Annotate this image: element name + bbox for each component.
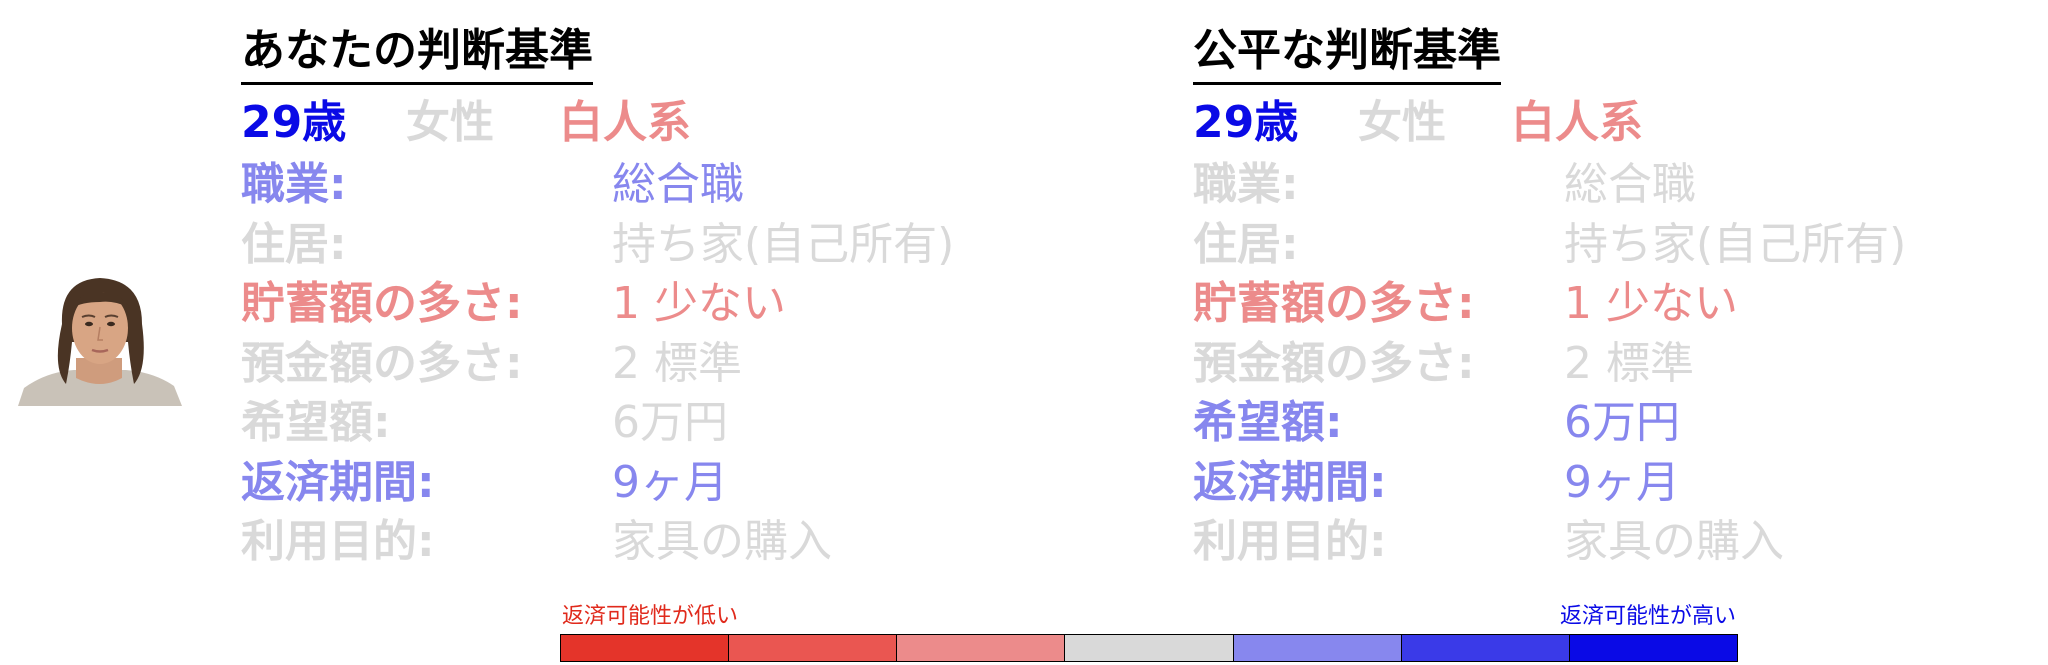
color-scale-segment: [561, 635, 730, 661]
portrait-photo: [18, 278, 182, 406]
attribute-label: 職業:: [241, 159, 347, 210]
attribute-label: 希望額:: [241, 397, 391, 448]
attribute-list: 職業: 総合職 住居: 持ち家(自己所有) 貯蓄額の多さ: 1 少ない 預金額の…: [1193, 155, 2013, 572]
attribute-row-purpose: 利用目的: 家具の購入: [241, 512, 1061, 572]
person-photo: [18, 272, 182, 406]
attribute-row-residence: 住居: 持ち家(自己所有): [241, 215, 1061, 275]
attribute-label: 利用目的:: [241, 516, 435, 567]
color-scale-segment: [1569, 635, 1737, 661]
legend-high-label: 返済可能性が高い: [1559, 604, 1736, 629]
attribute-row-repayment-period: 返済期間: 9ヶ月: [241, 453, 1061, 513]
race-text: 白人系: [1511, 97, 1643, 148]
attribute-label: 預金額の多さ:: [1193, 337, 1475, 389]
attribute-row-savings: 貯蓄額の多さ: 1 少ない: [1193, 274, 2013, 334]
attribute-value: 2 標準: [1564, 337, 1694, 389]
attribute-label: 返済期間:: [241, 456, 435, 508]
legend-low-label: 返済可能性が低い: [562, 604, 739, 629]
attribute-list: 職業: 総合職 住居: 持ち家(自己所有) 貯蓄額の多さ: 1 少ない 預金額の…: [241, 155, 1061, 572]
attribute-label: 住居:: [241, 218, 347, 270]
attribute-label: 貯蓄額の多さ:: [241, 278, 523, 329]
attribute-row-savings: 貯蓄額の多さ: 1 少ない: [241, 274, 1061, 334]
attribute-row-occupation: 職業: 総合職: [241, 155, 1061, 215]
color-scale-bar: [560, 634, 1738, 662]
legend-labels: 返済可能性が低い 返済可能性が高い: [560, 600, 1738, 634]
attribute-label: 利用目的:: [1193, 516, 1387, 567]
panel-title: あなたの判断基準: [241, 22, 593, 85]
color-scale-segment: [1401, 635, 1570, 661]
fair-criteria-panel: 公平な判断基準 29歳 女性 白人系 職業: 総合職 住居: 持ち家(自己所有)…: [1193, 22, 2013, 572]
attribute-value: 6万円: [612, 397, 728, 448]
attribute-value: 1 少ない: [612, 278, 786, 329]
attribute-value: 総合職: [612, 159, 744, 210]
attribute-value: 9ヶ月: [612, 456, 728, 508]
color-scale-segment: [729, 635, 898, 661]
attribute-row-deposits: 預金額の多さ: 2 標準: [1193, 334, 2013, 394]
attribute-label: 住居:: [1193, 218, 1299, 270]
attribute-value: 1 少ない: [1564, 278, 1738, 329]
attribute-value: 持ち家(自己所有): [1564, 218, 1907, 270]
attribute-row-residence: 住居: 持ち家(自己所有): [1193, 215, 2013, 275]
color-scale-segment: [897, 635, 1066, 661]
attribute-value: 持ち家(自己所有): [612, 218, 955, 270]
attribute-value: 2 標準: [612, 337, 742, 389]
color-scale-segment: [1233, 635, 1402, 661]
attribute-row-occupation: 職業: 総合職: [1193, 155, 2013, 215]
gender-text: 女性: [406, 97, 494, 148]
attribute-label: 職業:: [1193, 159, 1299, 210]
attribute-label: 貯蓄額の多さ:: [1193, 278, 1475, 329]
panel-title: 公平な判断基準: [1193, 22, 1501, 85]
attribute-label: 返済期間:: [1193, 456, 1387, 508]
attribute-label: 預金額の多さ:: [241, 337, 523, 389]
gender-text: 女性: [1358, 97, 1446, 148]
attribute-value: 家具の購入: [612, 516, 832, 567]
demographics-row: 29歳 女性 白人系: [241, 91, 1061, 155]
attribute-label: 希望額:: [1193, 397, 1343, 448]
age-text: 29歳: [1193, 97, 1299, 148]
color-legend: 返済可能性が低い 返済可能性が高い: [560, 600, 1738, 662]
attribute-value: 総合職: [1564, 159, 1696, 210]
your-criteria-panel: あなたの判断基準 29歳 女性 白人系 職業: 総合職 住居: 持ち家(自己所有…: [241, 22, 1061, 572]
attribute-value: 家具の購入: [1564, 516, 1784, 567]
attribute-row-requested-amount: 希望額: 6万円: [1193, 393, 2013, 453]
age-text: 29歳: [241, 97, 347, 148]
attribute-row-purpose: 利用目的: 家具の購入: [1193, 512, 2013, 572]
color-scale-segment: [1065, 635, 1234, 661]
attribute-row-requested-amount: 希望額: 6万円: [241, 393, 1061, 453]
attribute-row-repayment-period: 返済期間: 9ヶ月: [1193, 453, 2013, 513]
demographics-row: 29歳 女性 白人系: [1193, 91, 2013, 155]
attribute-value: 9ヶ月: [1564, 456, 1680, 508]
attribute-value: 6万円: [1564, 397, 1680, 448]
race-text: 白人系: [559, 97, 691, 148]
attribute-row-deposits: 預金額の多さ: 2 標準: [241, 334, 1061, 394]
